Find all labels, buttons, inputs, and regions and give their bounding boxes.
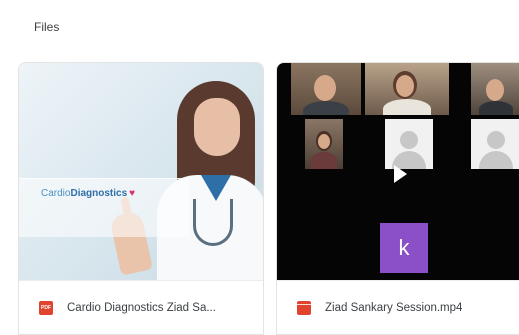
pdf-badge: PDF [41, 305, 51, 311]
participant-body [383, 99, 431, 115]
video-thumbnail[interactable]: k [277, 63, 519, 280]
person-icon [400, 131, 418, 149]
participant-head [486, 79, 504, 101]
participant-initial-avatar: k [380, 223, 428, 273]
video-file-icon [297, 301, 311, 315]
file-name[interactable]: Cardio Diagnostics Ziad Sa... [67, 302, 216, 314]
pdf-thumbnail[interactable]: CardioDiagnostics ♥ [19, 63, 263, 280]
file-card-cardio-diagnostics[interactable]: CardioDiagnostics ♥ PDF Cardio Diagnostic… [18, 62, 264, 335]
stethoscope [193, 199, 233, 246]
participant-head [314, 75, 336, 101]
pdf-icon: PDF [39, 301, 53, 315]
participant-tile [471, 63, 519, 115]
play-icon[interactable] [394, 165, 407, 183]
participant-face [318, 134, 330, 149]
participant-tile [305, 119, 343, 169]
brand-logo: CardioDiagnostics ♥ [41, 188, 135, 199]
participant-tile [291, 63, 361, 115]
participant-body [311, 152, 337, 169]
participant-placeholder [471, 119, 519, 169]
file-footer[interactable]: PDF Cardio Diagnostics Ziad Sa... [19, 280, 263, 334]
participant-placeholder [385, 119, 433, 169]
participant-face [396, 75, 414, 97]
brand-panel [19, 178, 189, 237]
file-footer[interactable]: Ziad Sankary Session.mp4 [277, 280, 519, 334]
person-icon-body [478, 151, 513, 169]
person-icon [486, 131, 505, 149]
brand-bold-text: Diagnostics [70, 188, 128, 199]
participant-tile [365, 63, 449, 115]
participant-body [303, 101, 349, 115]
participant-body [479, 101, 513, 115]
file-name[interactable]: Ziad Sankary Session.mp4 [325, 302, 462, 314]
brand-light-text: Cardio [41, 188, 71, 199]
files-section-title: Files [34, 20, 60, 34]
heart-icon: ♥ [129, 188, 136, 199]
doctor-face [194, 98, 240, 156]
file-card-ziad-sankary-session[interactable]: k Ziad Sankary Session.mp4 [276, 62, 519, 335]
